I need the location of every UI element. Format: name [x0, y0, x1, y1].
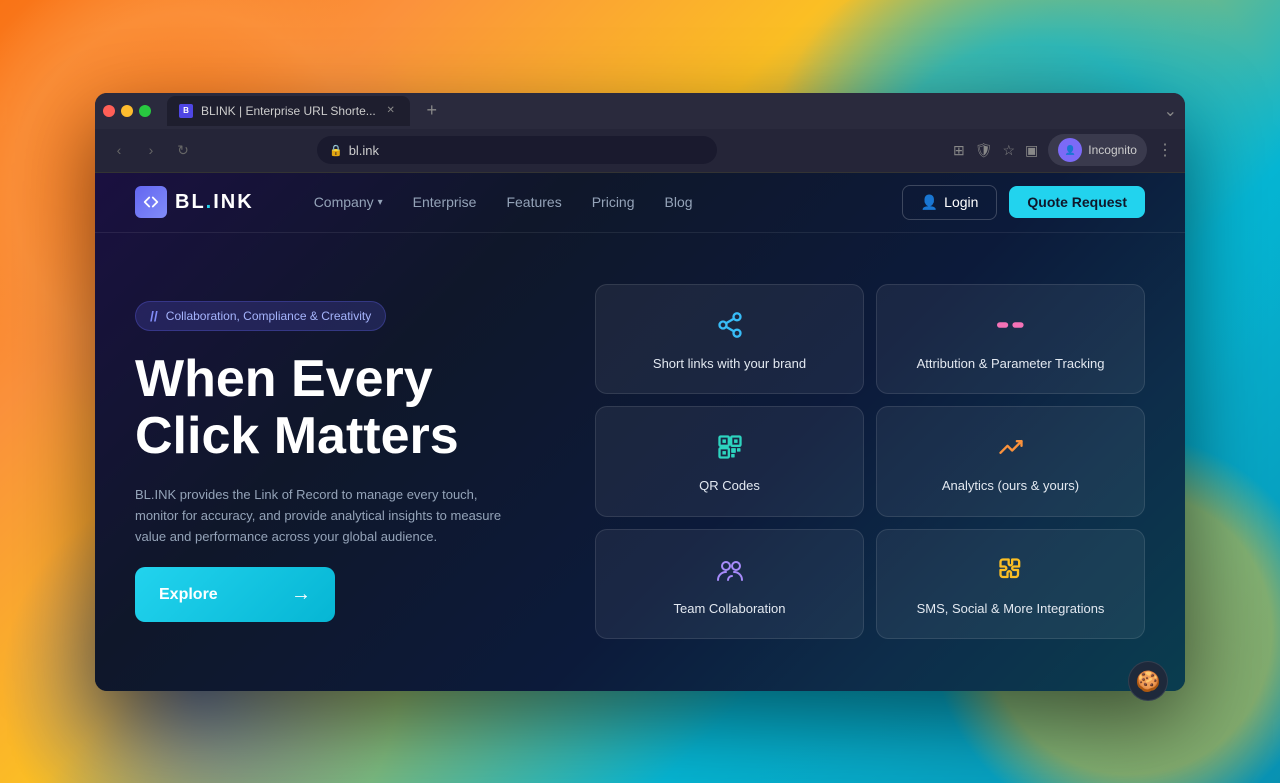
nav-company[interactable]: Company ▾ — [314, 194, 383, 210]
feature-label-qr-codes: QR Codes — [699, 477, 760, 495]
avatar: 👤 — [1058, 138, 1082, 162]
browser-window: B BLINK | Enterprise URL Shorte... ✕ + ⌄… — [95, 93, 1185, 691]
url-text: bl.ink — [349, 143, 379, 158]
traffic-lights — [103, 105, 151, 117]
forward-button[interactable]: › — [139, 138, 163, 162]
lock-icon: 🔒 — [329, 144, 343, 157]
quote-request-button[interactable]: Quote Request — [1009, 186, 1145, 218]
close-window-button[interactable] — [103, 105, 115, 117]
feature-label-integrations: SMS, Social & More Integrations — [917, 600, 1105, 618]
hero-description: BL.INK provides the Link of Record to ma… — [135, 485, 515, 547]
tab-title: BLINK | Enterprise URL Shorte... — [201, 104, 376, 118]
site-logo[interactable]: BL.INK — [135, 186, 254, 218]
tab-close-button[interactable]: ✕ — [384, 104, 398, 118]
url-bar[interactable]: 🔒 bl.ink — [317, 136, 717, 164]
share-icon — [710, 305, 750, 345]
incognito-button[interactable]: 👤 Incognito — [1048, 134, 1147, 166]
nav-blog[interactable]: Blog — [665, 194, 693, 210]
feature-label-analytics: Analytics (ours & yours) — [942, 477, 1079, 495]
more-options-icon[interactable]: ⋮ — [1157, 140, 1173, 160]
tab-bar: B BLINK | Enterprise URL Shorte... ✕ + ⌄ — [95, 93, 1185, 129]
explore-label: Explore — [159, 586, 218, 604]
minimize-window-button[interactable] — [121, 105, 133, 117]
chevron-down-icon: ▾ — [378, 197, 383, 208]
feature-card-short-links[interactable]: Short links with your brand — [595, 284, 864, 394]
user-icon: 👤 — [921, 194, 938, 211]
feature-card-attribution[interactable]: Attribution & Parameter Tracking — [876, 284, 1145, 394]
qr-icon — [710, 427, 750, 467]
nav-links: Company ▾ Enterprise Features Pricing Bl… — [314, 194, 902, 210]
hero-badge: // Collaboration, Compliance & Creativit… — [135, 301, 386, 331]
feature-card-integrations[interactable]: SMS, Social & More Integrations — [876, 529, 1145, 639]
analytics-icon — [991, 427, 1031, 467]
tab-bar-collapse[interactable]: ⌄ — [1164, 101, 1177, 121]
reload-button[interactable]: ↻ — [171, 138, 195, 162]
feature-card-team-collab[interactable]: Team Collaboration — [595, 529, 864, 639]
nav-enterprise[interactable]: Enterprise — [413, 194, 477, 210]
feature-label-short-links: Short links with your brand — [653, 355, 806, 373]
login-button[interactable]: 👤 Login — [902, 185, 998, 220]
team-icon — [710, 550, 750, 590]
incognito-label: Incognito — [1088, 143, 1137, 157]
feature-grid: Short links with your brand Attribution … — [595, 264, 1145, 659]
explore-button[interactable]: Explore → — [135, 567, 335, 622]
tab-favicon: B — [179, 104, 193, 118]
hero-left: // Collaboration, Compliance & Creativit… — [135, 301, 555, 623]
maximize-window-button[interactable] — [139, 105, 151, 117]
shield-icon[interactable]: 🛡 — [975, 142, 993, 159]
puzzle-icon — [991, 550, 1031, 590]
website-content: BL.INK Company ▾ Enterprise Features Pri… — [95, 173, 1185, 691]
new-tab-button[interactable]: + — [418, 97, 446, 125]
browser-toolbar: ⊞ 🛡 ☆ ▣ 👤 Incognito ⋮ — [953, 134, 1173, 166]
target-icon — [991, 305, 1031, 345]
feature-card-qr-codes[interactable]: QR Codes — [595, 406, 864, 516]
extensions-icon[interactable]: ⊞ — [953, 142, 965, 159]
badge-text: Collaboration, Compliance & Creativity — [166, 309, 371, 323]
nav-features[interactable]: Features — [506, 194, 561, 210]
nav-pricing[interactable]: Pricing — [592, 194, 635, 210]
logo-text: BL.INK — [175, 191, 254, 214]
hero-section: // Collaboration, Compliance & Creativit… — [95, 233, 1185, 691]
hero-title-line1: When Every — [135, 351, 555, 408]
hero-title-line2: Click Matters — [135, 408, 555, 465]
feature-label-team-collab: Team Collaboration — [673, 600, 785, 618]
address-bar: ‹ › ↻ 🔒 bl.ink ⊞ 🛡 ☆ ▣ 👤 Incognito ⋮ — [95, 129, 1185, 173]
split-view-icon[interactable]: ▣ — [1025, 142, 1038, 159]
badge-slashes: // — [150, 308, 158, 324]
active-tab[interactable]: B BLINK | Enterprise URL Shorte... ✕ — [167, 96, 410, 126]
feature-label-attribution: Attribution & Parameter Tracking — [917, 355, 1105, 373]
cookie-icon: 🍪 — [1136, 669, 1161, 694]
logo-icon — [135, 186, 167, 218]
back-button[interactable]: ‹ — [107, 138, 131, 162]
cookie-consent-button[interactable]: 🍪 — [1128, 661, 1168, 701]
feature-card-analytics[interactable]: Analytics (ours & yours) — [876, 406, 1145, 516]
arrow-right-icon: → — [291, 583, 311, 606]
site-nav: BL.INK Company ▾ Enterprise Features Pri… — [95, 173, 1185, 233]
hero-title: When Every Click Matters — [135, 351, 555, 465]
nav-actions: 👤 Login Quote Request — [902, 185, 1145, 220]
star-icon[interactable]: ☆ — [1002, 142, 1015, 159]
